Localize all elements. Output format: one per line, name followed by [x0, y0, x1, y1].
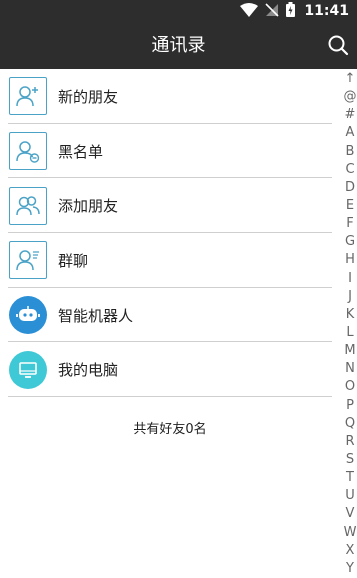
index-letter[interactable]: S: [346, 452, 354, 467]
alphabet-index-bar[interactable]: ↑ @ # A B C D E F G H I J K L M N O P Q R S T U V W X Y: [343, 72, 357, 576]
list-item-label: 黑名单: [58, 142, 104, 161]
index-letter[interactable]: J: [348, 289, 352, 304]
index-letter[interactable]: W: [344, 525, 357, 540]
index-letter[interactable]: T: [346, 471, 354, 485]
index-letter[interactable]: G: [345, 235, 355, 249]
index-letter[interactable]: I: [348, 271, 352, 286]
computer-icon: [9, 350, 47, 389]
index-letter[interactable]: ↑: [345, 72, 356, 86]
list-item-label: 添加朋友: [58, 197, 119, 216]
list-item-label: 我的电脑: [58, 361, 119, 380]
add-friend-icon: [9, 186, 47, 225]
index-letter[interactable]: #: [345, 108, 356, 122]
index-letter[interactable]: O: [345, 380, 355, 394]
search-icon: [328, 35, 349, 56]
status-icons: 11:41: [240, 1, 349, 21]
index-letter[interactable]: F: [346, 217, 353, 231]
search-button[interactable]: [325, 32, 351, 58]
list-item-label: 群聊: [58, 251, 89, 270]
friend-count-text: 共有好友0名: [133, 422, 207, 437]
list-item-label: 新的朋友: [58, 87, 119, 106]
battery-icon: [286, 1, 296, 21]
status-time: 11:41: [304, 3, 349, 19]
index-letter[interactable]: Q: [345, 416, 355, 431]
blacklist-icon: [9, 132, 47, 171]
divider: [8, 396, 332, 398]
wifi-icon: [240, 2, 259, 21]
index-letter[interactable]: B: [346, 144, 355, 159]
contact-menu-list: 新的朋友 黑名单 添加朋友 群聊 智能机器人 我的电脑: [0, 69, 340, 398]
index-letter[interactable]: M: [344, 344, 355, 358]
index-letter[interactable]: @: [344, 90, 357, 104]
index-letter[interactable]: U: [345, 489, 355, 503]
index-letter[interactable]: Y: [346, 561, 354, 576]
index-letter[interactable]: K: [346, 307, 355, 322]
index-letter[interactable]: V: [346, 507, 355, 521]
index-letter[interactable]: R: [345, 434, 354, 449]
index-letter[interactable]: D: [345, 180, 355, 195]
list-item-my-computer[interactable]: 我的电脑: [0, 342, 340, 398]
list-item-robot[interactable]: 智能机器人: [0, 288, 340, 343]
no-signal-icon: [265, 2, 279, 21]
index-letter[interactable]: L: [346, 325, 353, 340]
list-item-blacklist[interactable]: 黑名单: [0, 124, 340, 179]
index-letter[interactable]: N: [345, 362, 355, 376]
list-item-add-friend[interactable]: 添加朋友: [0, 178, 340, 234]
group-chat-icon: [9, 241, 47, 280]
index-letter[interactable]: A: [346, 126, 355, 140]
list-item-new-friends[interactable]: 新的朋友: [0, 69, 340, 124]
robot-icon: [9, 296, 47, 335]
index-letter[interactable]: E: [346, 198, 354, 213]
index-letter[interactable]: X: [346, 543, 355, 558]
new-friend-icon: [9, 77, 47, 116]
status-bar: 11:41: [0, 0, 357, 22]
list-item-label: 智能机器人: [58, 306, 134, 325]
index-letter[interactable]: C: [345, 162, 354, 177]
page-title: 通讯录: [151, 35, 206, 56]
list-item-group-chat[interactable]: 群聊: [0, 233, 340, 288]
app-header: 通讯录: [0, 22, 357, 69]
index-letter[interactable]: P: [346, 398, 354, 413]
index-letter[interactable]: H: [345, 253, 355, 267]
